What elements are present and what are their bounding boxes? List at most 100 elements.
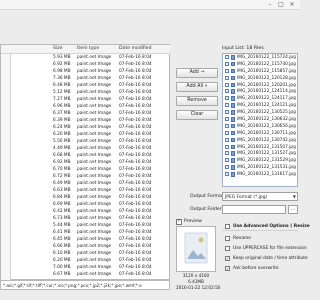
- item-checkbox[interactable]: [225, 137, 229, 142]
- table-row[interactable]: 6.41 MB paint.net Image 07-Feb-16 8:04: [1, 229, 170, 236]
- column-item-type[interactable]: Item type: [77, 46, 99, 51]
- list-item[interactable]: IMG_20160122_131507.jpg: [223, 144, 297, 151]
- item-checkbox[interactable]: [225, 89, 229, 94]
- item-checkbox[interactable]: [225, 165, 229, 170]
- table-row[interactable]: 6.39 MB paint.net Image 07-Feb-16 8:04: [1, 117, 170, 124]
- item-checkbox[interactable]: [225, 172, 229, 177]
- remove-button[interactable]: Remove: [176, 96, 218, 106]
- row-date-modified: 07-Feb-16 8:04: [119, 223, 152, 228]
- item-checkbox[interactable]: [225, 151, 229, 156]
- maximize-button[interactable]: □: [277, 1, 285, 8]
- row-size: 6.69 MB: [53, 202, 71, 207]
- minimize-button[interactable]: –: [266, 1, 274, 8]
- table-row[interactable]: 6.92 MB paint.net Image 07-Feb-16 8:04: [1, 61, 170, 68]
- table-row[interactable]: 6.66 MB paint.net Image 07-Feb-16 8:04: [1, 243, 170, 250]
- item-checkbox[interactable]: [225, 103, 229, 108]
- rename-option[interactable]: Rename: [225, 235, 300, 242]
- output-format-select[interactable]: JPEG Format (*.jpg) ▼: [222, 192, 298, 201]
- file-filter-field[interactable]: *.ani;*.gif;*.tif;*.tiff;*.cur;*.ico;*.p…: [0, 280, 170, 290]
- advanced-options-toggle[interactable]: Use Advanced Options ( Resize: [225, 223, 310, 230]
- table-row[interactable]: 6.92 MB paint.net Image 07-Feb-16 8:04: [1, 159, 170, 166]
- table-row[interactable]: 6.37 MB paint.net Image 07-Feb-16 8:04: [1, 110, 170, 117]
- output-folder-field[interactable]: [222, 205, 286, 214]
- table-row[interactable]: 6.42 MB paint.net Image 07-Feb-16 8:04: [1, 208, 170, 215]
- add-label: Add: [189, 70, 199, 75]
- table-row[interactable]: 6.24 MB paint.net Image 07-Feb-16 8:04: [1, 124, 170, 131]
- column-size[interactable]: Size: [53, 46, 62, 51]
- rename-checkbox[interactable]: [225, 235, 230, 241]
- table-row[interactable]: 6.20 MB paint.net Image 07-Feb-16 8:04: [1, 131, 170, 138]
- table-row[interactable]: 5.56 MB paint.net Image 07-Feb-16 8:04: [1, 138, 170, 145]
- table-row[interactable]: 5.44 MB paint.net Image 07-Feb-16 8:04: [1, 222, 170, 229]
- table-row[interactable]: 6.48 MB paint.net Image 07-Feb-16 8:04: [1, 82, 170, 89]
- list-item[interactable]: IMG_20160122_120201.jpg: [223, 82, 297, 89]
- list-item[interactable]: IMG_20160122_130656.jpg: [223, 123, 297, 130]
- ask-overwrite-option[interactable]: ✓ Ask before overwrite: [225, 265, 300, 272]
- close-button[interactable]: ✕: [288, 1, 296, 8]
- table-row[interactable]: 5.12 MB paint.net Image 07-Feb-16 8:04: [1, 89, 170, 96]
- table-row[interactable]: 6.63 MB paint.net Image 07-Feb-16 8:04: [1, 187, 170, 194]
- add-button[interactable]: Add →: [176, 68, 218, 78]
- keep-date-option[interactable]: ✓ Keep original date / time attribute: [225, 255, 308, 262]
- row-item-type: paint.net Image: [77, 139, 112, 144]
- add-all-button[interactable]: Add All »: [176, 82, 218, 92]
- list-item[interactable]: IMG_20160122_130525.jpg: [223, 109, 297, 116]
- table-row[interactable]: 6.49 MB paint.net Image 07-Feb-16 8:04: [1, 180, 170, 187]
- uppercase-extension-checkbox[interactable]: [225, 245, 230, 251]
- clear-button[interactable]: Clear: [176, 110, 218, 120]
- item-checkbox[interactable]: [225, 117, 229, 122]
- item-checkbox[interactable]: [225, 55, 229, 59]
- item-checkbox[interactable]: [225, 68, 229, 73]
- item-checkbox[interactable]: [225, 75, 229, 80]
- table-row[interactable]: 6.69 MB paint.net Image 07-Feb-16 8:04: [1, 201, 170, 208]
- list-item[interactable]: IMG_20160122_130742.jpg: [223, 137, 297, 144]
- table-row[interactable]: 6.70 MB paint.net Image 07-Feb-16 8:04: [1, 166, 170, 173]
- uppercase-extension-option[interactable]: Use UPPERCASE for file extension: [225, 245, 307, 252]
- preview-filesize: 6.41MB: [188, 279, 204, 284]
- item-checkbox[interactable]: [225, 110, 229, 115]
- item-checkbox[interactable]: [225, 158, 229, 163]
- browse-folder-button[interactable]: ...: [288, 205, 298, 214]
- item-checkbox[interactable]: [225, 96, 229, 101]
- list-item[interactable]: IMG_20160122_131531.jpg: [223, 164, 297, 171]
- table-row[interactable]: 6.73 MB paint.net Image 07-Feb-16 8:04: [1, 215, 170, 222]
- list-item[interactable]: IMG_20160122_131617.jpg: [223, 171, 297, 178]
- list-item[interactable]: IMG_20160122_120128.jpg: [223, 75, 297, 82]
- table-row[interactable]: 7.27 MB paint.net Image 07-Feb-16 8:04: [1, 96, 170, 103]
- table-row[interactable]: 6.20 MB paint.net Image 07-Feb-16 8:04: [1, 257, 170, 264]
- table-row[interactable]: 6.72 MB paint.net Image 07-Feb-16 8:04: [1, 173, 170, 180]
- ask-overwrite-checkbox[interactable]: ✓: [225, 265, 230, 271]
- item-checkbox[interactable]: [225, 123, 229, 128]
- input-list[interactable]: IMG_20160122_115724.jpg IMG_20160122_1157…: [222, 53, 298, 187]
- preview-checkbox[interactable]: ✓: [176, 219, 182, 225]
- list-item[interactable]: IMG_20160122_130711.jpg: [223, 130, 297, 137]
- list-item[interactable]: IMG_20160122_124114.jpg: [223, 88, 297, 95]
- list-item[interactable]: IMG_20160122_130632.jpg: [223, 116, 297, 123]
- table-row[interactable]: 4.49 MB paint.net Image 07-Feb-16 8:04: [1, 145, 170, 152]
- table-row[interactable]: 5.93 MB paint.net Image 07-Feb-16 8:04: [1, 54, 170, 61]
- list-item[interactable]: IMG_20160122_115857.jpg: [223, 68, 297, 75]
- row-item-type: paint.net Image: [77, 195, 112, 200]
- item-checkbox[interactable]: [225, 61, 229, 66]
- table-row[interactable]: 6.98 MB paint.net Image 07-Feb-16 8:04: [1, 68, 170, 75]
- list-item[interactable]: IMG_20160122_131529.jpg: [223, 157, 297, 164]
- table-row[interactable]: 6.67 MB paint.net Image 07-Feb-16 8:04: [1, 271, 170, 278]
- keep-date-checkbox[interactable]: ✓: [225, 255, 230, 261]
- table-row[interactable]: 7.00 MB paint.net Image 07-Feb-16 8:04: [1, 264, 170, 271]
- item-checkbox[interactable]: [225, 130, 229, 135]
- column-date-modified[interactable]: Date modified: [119, 46, 152, 51]
- table-row[interactable]: 6.45 MB paint.net Image 07-Feb-16 8:04: [1, 236, 170, 243]
- list-item[interactable]: IMG_20160122_124121.jpg: [223, 102, 297, 109]
- table-row[interactable]: 7.36 MB paint.net Image 07-Feb-16 8:04: [1, 75, 170, 82]
- list-item[interactable]: IMG_20160122_115724.jpg: [223, 54, 297, 61]
- item-checkbox[interactable]: [225, 144, 229, 149]
- table-row[interactable]: 6.96 MB paint.net Image 07-Feb-16 8:04: [1, 103, 170, 110]
- table-row[interactable]: 6.68 MB paint.net Image 07-Feb-16 8:04: [1, 152, 170, 159]
- table-row[interactable]: 6.84 MB paint.net Image 07-Feb-16 8:04: [1, 194, 170, 201]
- item-checkbox[interactable]: [225, 82, 229, 87]
- list-item[interactable]: IMG_20160122_124117.jpg: [223, 95, 297, 102]
- list-item[interactable]: IMG_20160122_115740.jpg: [223, 61, 297, 68]
- advanced-options-checkbox[interactable]: [225, 223, 230, 229]
- list-item[interactable]: IMG_20160122_131527.jpg: [223, 150, 297, 157]
- table-row[interactable]: 6.10 MB paint.net Image 07-Feb-16 8:04: [1, 250, 170, 257]
